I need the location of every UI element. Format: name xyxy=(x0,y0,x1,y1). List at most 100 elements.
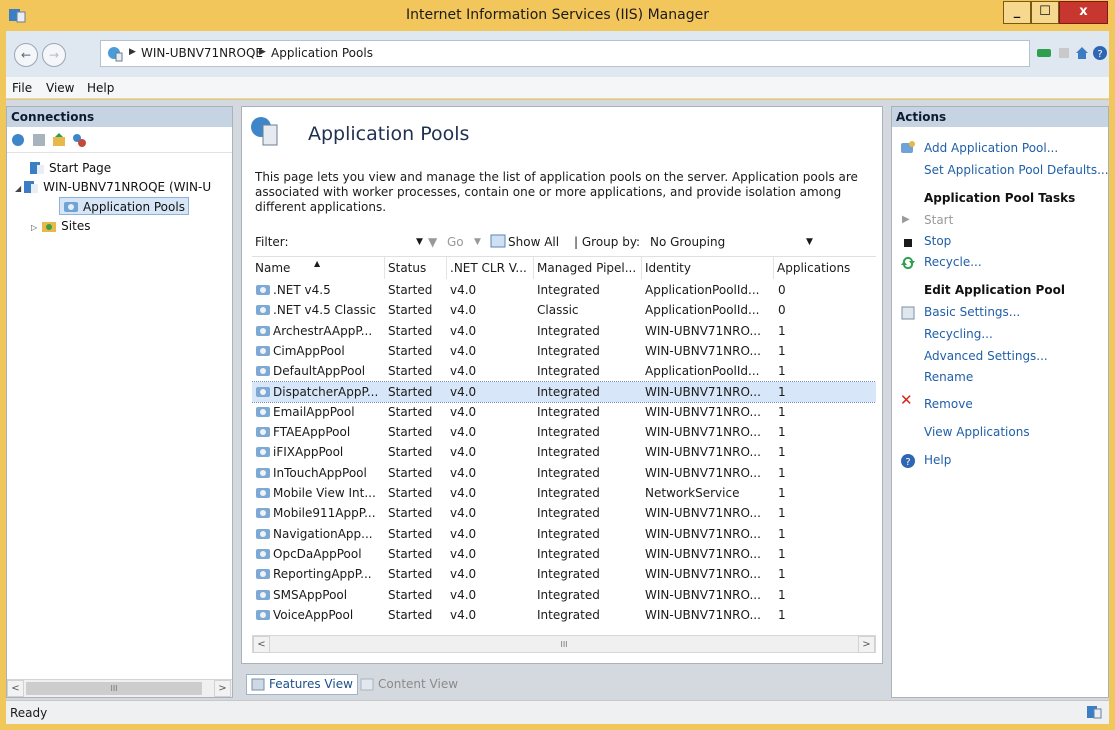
scroll-left-button[interactable]: < xyxy=(7,680,24,697)
cell-applications-text: 1 xyxy=(778,323,786,338)
help-icon[interactable]: ? xyxy=(1092,45,1108,61)
table-row[interactable]: NavigationApp... Started v4.0 Integrated WIN… xyxy=(252,524,876,544)
cell-clr-version: v4.0 xyxy=(450,442,534,462)
view-applications-link[interactable]: View Applications xyxy=(924,425,1030,439)
basic-settings-link[interactable]: Basic Settings... xyxy=(924,305,1020,319)
cell-clr-version-text: v4.0 xyxy=(450,587,477,602)
column-header-pipeline[interactable]: Managed Pipel... xyxy=(534,257,642,279)
tree-server-node[interactable]: ◢ WIN-UBNV71NROQE (WIN-U xyxy=(15,178,211,196)
remove-link[interactable]: Remove xyxy=(924,397,973,411)
recycle-link[interactable]: Recycle... xyxy=(924,255,982,269)
cell-name: OpcDaAppPool xyxy=(255,544,385,564)
recycling-link[interactable]: Recycling... xyxy=(924,327,993,341)
expand-icon[interactable]: ▷ xyxy=(31,223,37,232)
cell-clr-version-text: v4.0 xyxy=(450,526,477,541)
save-icon[interactable] xyxy=(31,132,47,148)
help-link[interactable]: Help xyxy=(924,453,951,467)
menu-file[interactable]: File xyxy=(12,81,32,95)
cell-pipeline: Integrated xyxy=(537,280,641,300)
stop-link[interactable]: Stop xyxy=(924,234,951,248)
cell-pipeline: Integrated xyxy=(537,524,641,544)
table-row[interactable]: InTouchAppPool Started v4.0 Integrated WIN-U… xyxy=(252,463,876,483)
minimize-button[interactable]: _ xyxy=(1003,1,1031,24)
back-button[interactable]: ← xyxy=(14,43,38,67)
column-header-name[interactable]: Name ▲ xyxy=(252,257,385,279)
address-bar[interactable]: ▶ WIN-UBNV71NROQE ▶ Application Pools xyxy=(100,40,1030,67)
go-button[interactable]: Go xyxy=(447,235,464,249)
scroll-thumb[interactable]: III xyxy=(272,638,856,651)
cell-pipeline-text: Integrated xyxy=(537,506,600,521)
table-row[interactable]: DispatcherAppP... Started v4.0 Integrated WI… xyxy=(252,380,876,403)
tree-sites[interactable]: ▷ Sites xyxy=(31,217,90,235)
scroll-thumb[interactable]: III xyxy=(26,682,202,695)
menu-help[interactable]: Help xyxy=(87,81,114,95)
cell-pipeline: Integrated xyxy=(537,361,641,381)
column-header-applications[interactable]: Applications xyxy=(774,257,876,279)
table-row[interactable]: FTAEAppPool Started v4.0 Integrated WIN-UBNV… xyxy=(252,422,876,442)
connect-to-server-icon[interactable] xyxy=(11,132,27,148)
set-pool-defaults-link[interactable]: Set Application Pool Defaults... xyxy=(924,163,1109,177)
table-row[interactable]: ArchestrAAppP... Started v4.0 Integrated WIN… xyxy=(252,321,876,341)
connect-icon[interactable] xyxy=(1036,45,1052,61)
disconnect-icon[interactable] xyxy=(71,132,87,148)
forward-button[interactable]: → xyxy=(42,43,66,67)
table-row[interactable]: VoiceAppPool Started v4.0 Integrated WIN-UBN… xyxy=(252,605,876,625)
cell-clr-version: v4.0 xyxy=(450,544,534,564)
cell-applications: 1 xyxy=(778,564,874,584)
cell-name-text: NavigationApp... xyxy=(273,526,373,541)
tab-content-view[interactable]: Content View xyxy=(355,674,463,695)
go-dropdown-icon[interactable]: ▼ xyxy=(474,237,481,247)
column-header-identity[interactable]: Identity xyxy=(642,257,774,279)
breadcrumb-server[interactable]: WIN-UBNV71NROQE xyxy=(141,46,263,60)
maximize-button[interactable]: ☐ xyxy=(1031,1,1059,24)
table-row[interactable]: CimAppPool Started v4.0 Integrated WIN-UBNV7… xyxy=(252,341,876,361)
add-application-pool-link[interactable]: Add Application Pool... xyxy=(924,141,1058,155)
start-link[interactable]: Start xyxy=(924,213,953,227)
table-row[interactable]: ReportingAppP... Started v4.0 Integrated WIN… xyxy=(252,564,876,584)
up-level-icon[interactable] xyxy=(51,132,67,148)
scroll-left-button[interactable]: < xyxy=(253,636,270,653)
group-by-dropdown-icon[interactable]: ▼ xyxy=(806,237,813,247)
connections-horizontal-scrollbar[interactable]: < III > xyxy=(7,679,232,697)
collapse-icon[interactable]: ◢ xyxy=(15,184,21,193)
close-button[interactable]: x xyxy=(1059,1,1108,24)
scroll-right-button[interactable]: > xyxy=(214,680,231,697)
show-all-button[interactable]: Show All xyxy=(508,235,559,249)
cell-pipeline: Integrated xyxy=(537,402,641,422)
menu-view[interactable]: View xyxy=(46,81,74,95)
tree-application-pools[interactable]: Application Pools xyxy=(59,197,189,215)
stop-icon[interactable] xyxy=(1056,45,1072,61)
group-by-select[interactable]: No Grouping xyxy=(650,235,725,249)
table-row[interactable]: OpcDaAppPool Started v4.0 Integrated WIN-UBN… xyxy=(252,544,876,564)
column-header-status[interactable]: Status xyxy=(385,257,447,279)
table-row[interactable]: .NET v4.5 Classic Started v4.0 Classic Appli… xyxy=(252,300,876,320)
sort-ascending-icon: ▲ xyxy=(314,259,321,268)
breadcrumb-application-pools[interactable]: Application Pools xyxy=(271,46,373,60)
cell-name: NavigationApp... xyxy=(255,524,385,544)
home-icon[interactable] xyxy=(1074,45,1090,61)
table-row[interactable]: SMSAppPool Started v4.0 Integrated WIN-UBNV7… xyxy=(252,585,876,605)
column-header-clr-version[interactable]: .NET CLR V... xyxy=(447,257,534,279)
table-row[interactable]: iFIXAppPool Started v4.0 Integrated WIN-UBNV… xyxy=(252,442,876,462)
page-title: Application Pools xyxy=(308,123,470,145)
rename-link[interactable]: Rename xyxy=(924,370,973,384)
cell-status-text: Started xyxy=(388,486,433,500)
scroll-right-button[interactable]: > xyxy=(858,636,875,653)
table-row[interactable]: Mobile911AppP... Started v4.0 Integrated WIN… xyxy=(252,503,876,523)
table-row[interactable]: .NET v4.5 Started v4.0 Integrated Applicatio… xyxy=(252,280,876,300)
advanced-settings-link[interactable]: Advanced Settings... xyxy=(924,349,1048,363)
cell-status: Started xyxy=(388,544,448,564)
table-row[interactable]: DefaultAppPool Started v4.0 Integrated Appli… xyxy=(252,361,876,381)
filter-input[interactable] xyxy=(300,232,430,251)
globe-icon xyxy=(108,47,123,62)
tab-features-view[interactable]: Features View xyxy=(246,674,358,695)
cell-identity-text: WIN-UBNV71NRO... xyxy=(645,587,761,602)
table-row[interactable]: EmailAppPool Started v4.0 Integrated WIN-UBN… xyxy=(252,402,876,422)
tree-start-page[interactable]: Start Page xyxy=(29,159,111,177)
cell-clr-version: v4.0 xyxy=(450,300,534,320)
table-row[interactable]: Mobile View Int... Started v4.0 Integrated N… xyxy=(252,483,876,503)
go-funnel-icon: ▼ xyxy=(428,235,438,249)
cell-clr-version-text: v4.0 xyxy=(450,445,477,460)
table-horizontal-scrollbar[interactable]: < III > xyxy=(252,635,876,653)
filter-dropdown-icon[interactable]: ▼ xyxy=(416,237,423,247)
